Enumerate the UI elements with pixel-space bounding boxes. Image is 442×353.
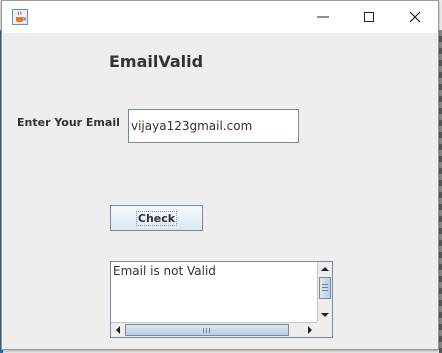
email-field[interactable] <box>128 109 299 143</box>
maximize-icon <box>364 12 374 22</box>
arrow-down-icon <box>321 313 329 317</box>
scroll-down-button[interactable] <box>318 308 332 322</box>
check-button-label: Check <box>135 210 178 226</box>
scroll-right-button[interactable] <box>303 323 317 337</box>
email-label: Enter Your Email <box>17 116 120 129</box>
java-cup-icon[interactable] <box>12 9 28 25</box>
arrow-up-icon <box>321 267 329 271</box>
horizontal-scroll-thumb[interactable] <box>125 324 289 336</box>
minimize-icon <box>317 16 329 18</box>
result-text-area[interactable]: Email is not Valid <box>110 261 333 338</box>
close-button[interactable] <box>392 1 438 33</box>
title-bar[interactable] <box>2 1 438 33</box>
maximize-button[interactable] <box>346 1 392 33</box>
close-icon <box>409 11 421 23</box>
check-button[interactable]: Check <box>110 205 203 231</box>
horizontal-scrollbar[interactable] <box>111 322 317 337</box>
form-panel: EmailValid Enter Your Email Check Email … <box>2 33 438 349</box>
page-title: EmailValid <box>109 52 204 71</box>
vertical-scroll-thumb[interactable] <box>319 277 331 299</box>
scroll-up-button[interactable] <box>318 262 332 276</box>
result-text: Email is not Valid <box>113 264 216 278</box>
app-window: EmailValid Enter Your Email Check Email … <box>1 0 439 350</box>
scroll-left-button[interactable] <box>111 323 125 337</box>
minimize-button[interactable] <box>300 1 346 33</box>
arrow-left-icon <box>116 326 120 334</box>
arrow-right-icon <box>308 326 312 334</box>
vertical-scrollbar[interactable] <box>317 262 332 322</box>
scrollbar-corner <box>317 322 332 337</box>
